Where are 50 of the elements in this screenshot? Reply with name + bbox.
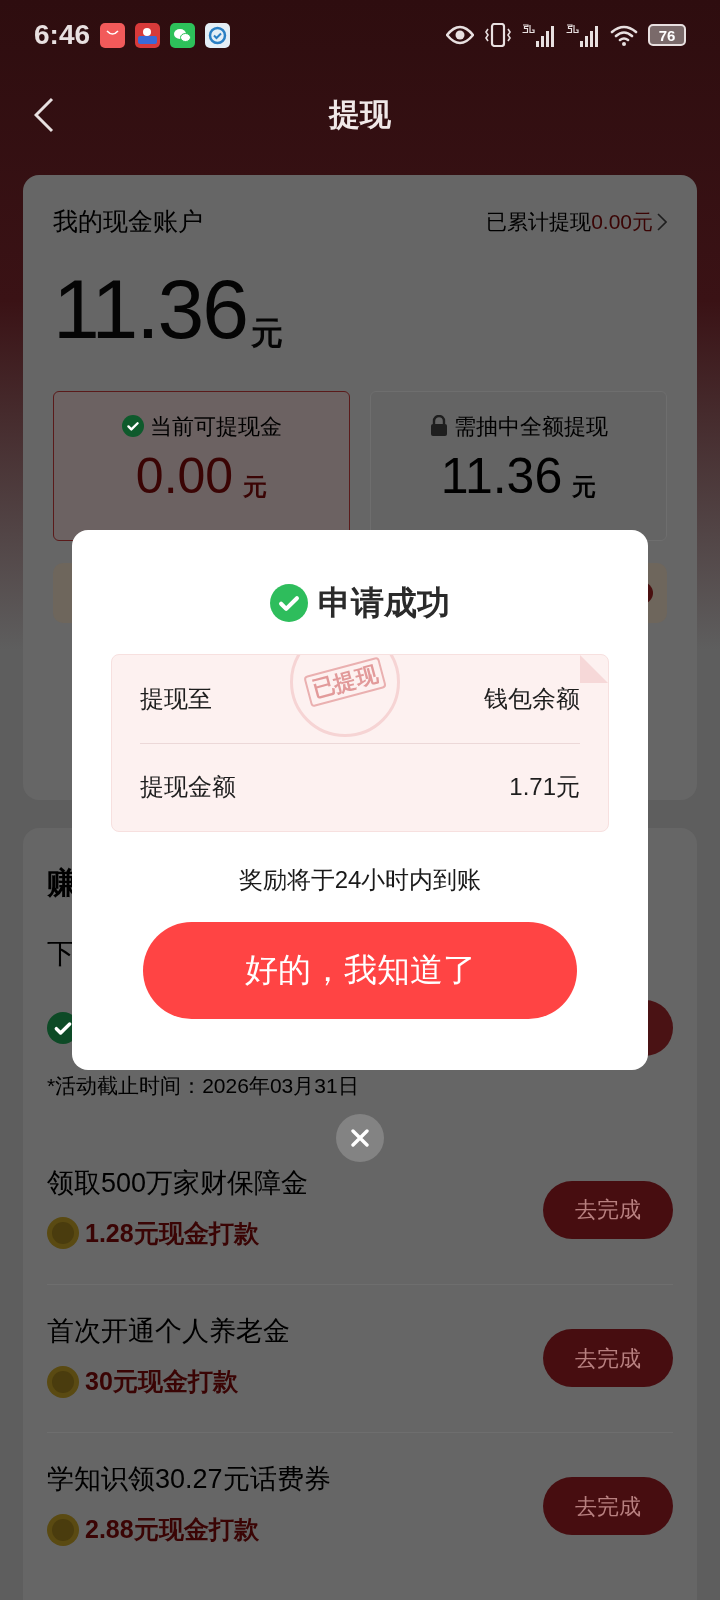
balance-amount: 11.36 <box>53 266 247 351</box>
coin-icon <box>47 1217 79 1250</box>
task-title: 首次开通个人养老金 <box>47 1315 291 1349</box>
detail-value: 钱包余额 <box>484 683 580 714</box>
stamp: 已提现 <box>290 654 400 737</box>
balance-unit: 元 <box>251 316 283 349</box>
cellular-signal-icon <box>566 23 600 47</box>
withdrawn-total-link[interactable]: 已累计提现0.00元 <box>486 206 653 238</box>
close-icon <box>351 1129 369 1147</box>
back-icon[interactable] <box>34 97 54 133</box>
detail-label: 提现至 <box>140 683 212 714</box>
battery-indicator: 76 <box>648 24 686 46</box>
page-title: 提现 <box>329 95 391 134</box>
lock-icon <box>429 415 448 437</box>
dialog-note: 奖励将于24小时内到账 <box>238 864 482 895</box>
app-icon <box>135 22 161 48</box>
dialog-title: 申请成功 <box>318 583 450 623</box>
wifi-icon <box>610 24 638 46</box>
coin-icon <box>47 1513 79 1546</box>
box-unit: 元 <box>572 474 597 499</box>
detail-label: 提现金额 <box>140 772 236 802</box>
account-title: 我的现金账户 <box>53 206 203 237</box>
success-check-icon <box>270 583 308 622</box>
shopping-bag-icon <box>100 22 126 48</box>
task-reward: 1.28元现金打款 <box>85 1217 259 1249</box>
deadline-text: *活动截止时间：2026年03月31日 <box>47 1073 359 1099</box>
cellular-signal-icon <box>522 23 556 47</box>
complete-button[interactable]: 去完成 <box>543 1180 673 1239</box>
box-label: 需抽中全额提现 <box>453 412 608 441</box>
chevron-right-icon <box>657 212 667 231</box>
box-label: 当前可提现金 <box>149 412 282 441</box>
vibrate-icon <box>484 23 512 47</box>
detail-value: 1.71元 <box>509 772 580 802</box>
task-title: 学知识领30.27元话费券 <box>47 1463 332 1497</box>
task-reward: 2.88元现金打款 <box>85 1514 259 1546</box>
confirm-button[interactable]: 好的，我知道了 <box>143 921 577 1019</box>
box-unit: 元 <box>243 474 268 499</box>
box-amount: 0.00 <box>135 450 234 501</box>
complete-button[interactable]: 去完成 <box>543 1477 673 1535</box>
check-icon <box>121 415 144 437</box>
coin-icon <box>47 1365 79 1398</box>
shield-check-icon <box>205 22 231 48</box>
status-time: 6:46 <box>34 18 91 52</box>
task-reward: 30元现金打款 <box>85 1366 238 1398</box>
task-title: 领取500万家财保障金 <box>47 1166 310 1200</box>
chat-bubbles-icon <box>170 22 196 48</box>
eye-icon <box>446 25 474 45</box>
box-amount: 11.36 <box>440 450 563 501</box>
task-title: 下 <box>47 940 75 968</box>
complete-button[interactable]: 去完成 <box>543 1329 673 1387</box>
